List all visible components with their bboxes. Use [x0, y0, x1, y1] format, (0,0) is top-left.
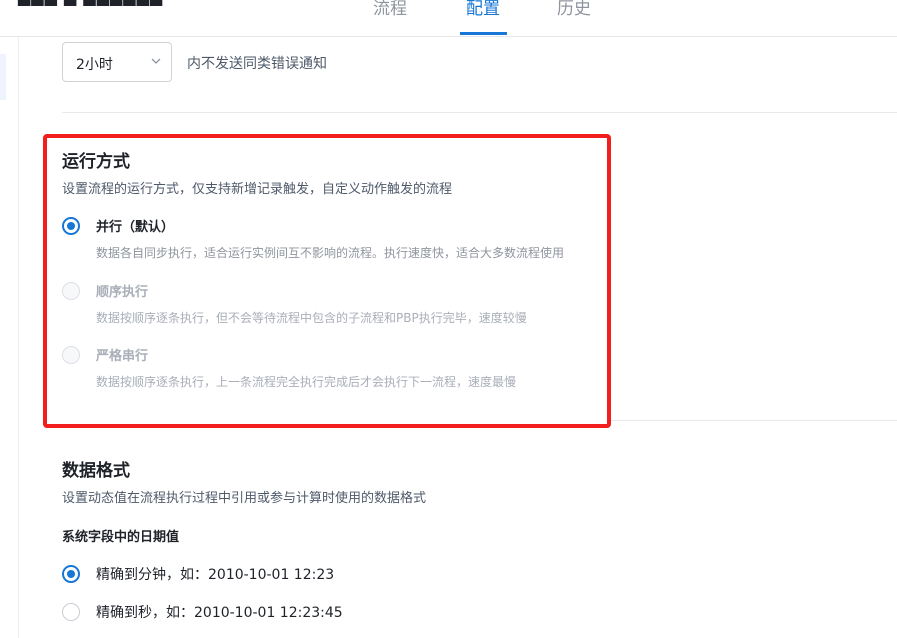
option-sequential-label: 顺序执行 [96, 285, 149, 300]
option-parallel-label: 并行（默认） [96, 220, 175, 235]
radio-strict-serial[interactable] [62, 346, 80, 364]
option-sequential-description: 数据按顺序逐条执行，但不会等待流程中包含的子流程和PBP执行完毕，速度较慢 [96, 311, 527, 325]
error-notify-interval-select[interactable]: 2小时 [62, 42, 172, 82]
page-title-cropped: ▆▆▆ ▆ ▆▆▆▆▆▆ [18, 0, 163, 6]
precision-minute-label: 精确到分钟，如：2010-10-01 12:23 [96, 567, 335, 583]
tab-config[interactable]: 配置 [466, 0, 500, 19]
option-strict-serial-description: 数据按顺序逐条执行，上一条流程完全执行完成后才会执行下一流程，速度最慢 [96, 375, 517, 389]
tab-history[interactable]: 历史 [557, 0, 591, 19]
tab-flow[interactable]: 流程 [373, 0, 407, 19]
radio-sequential[interactable] [62, 282, 80, 300]
top-bar: ▆▆▆ ▆ ▆▆▆▆▆▆ 流程 配置 历史 [0, 0, 897, 37]
select-value: 2小时 [76, 57, 113, 73]
left-sidebar [0, 37, 19, 638]
run-mode-description: 设置流程的运行方式，仅支持新增记录触发，自定义动作触发的流程 [62, 182, 453, 197]
option-strict-serial-label: 严格串行 [96, 349, 149, 364]
data-format-title: 数据格式 [62, 461, 130, 481]
option-parallel-description: 数据各自同步执行，适合运行实例间互不影响的流程。执行速度快，适合大多数流程使用 [96, 246, 565, 260]
section-divider [62, 112, 897, 113]
run-mode-title: 运行方式 [62, 152, 130, 172]
precision-second-label: 精确到秒，如：2010-10-01 12:23:45 [96, 605, 343, 621]
chevron-down-icon [151, 58, 161, 64]
data-format-description: 设置动态值在流程执行过程中引用或参与计算时使用的数据格式 [62, 491, 427, 506]
radio-parallel[interactable] [62, 217, 80, 235]
radio-precision-minute[interactable] [62, 565, 80, 583]
radio-precision-second[interactable] [62, 603, 80, 621]
date-value-subtitle: 系统字段中的日期值 [62, 530, 180, 545]
active-tab-indicator [460, 32, 507, 35]
notify-suffix-text: 内不发送同类错误通知 [187, 56, 327, 72]
sidebar-active-marker [0, 54, 6, 100]
section-divider [611, 420, 897, 421]
